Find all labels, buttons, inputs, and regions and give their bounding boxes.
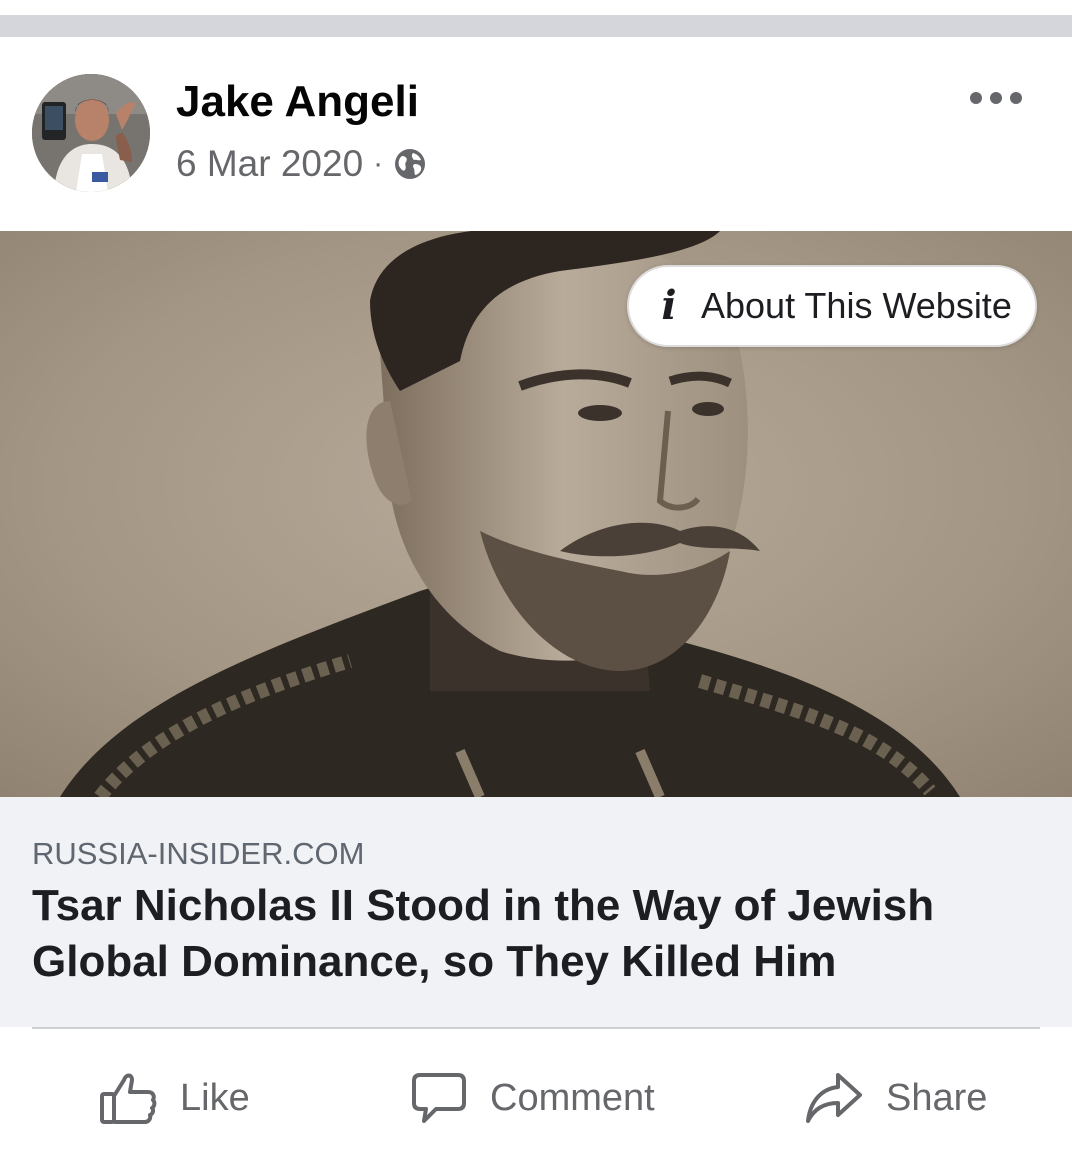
author-avatar[interactable]	[32, 74, 150, 192]
share-label: Share	[886, 1076, 988, 1119]
like-label: Like	[180, 1076, 250, 1119]
comment-button[interactable]: Comment	[410, 1064, 655, 1132]
post-meta: 6 Mar 2020 ·	[176, 140, 427, 188]
actions-divider	[32, 1027, 1040, 1029]
like-button[interactable]: Like	[98, 1064, 250, 1132]
globe-icon	[393, 147, 427, 181]
link-domain: RUSSIA-INSIDER.COM	[32, 836, 365, 871]
share-arrow-icon	[806, 1073, 862, 1123]
thumbs-up-icon	[100, 1073, 157, 1124]
link-title[interactable]: Tsar Nicholas II Stood in the Way of Jew…	[32, 878, 1032, 990]
more-options-button[interactable]	[964, 78, 1028, 118]
author-name[interactable]: Jake Angeli	[176, 74, 419, 130]
share-button[interactable]: Share	[804, 1064, 987, 1132]
info-icon: i	[661, 282, 677, 329]
about-this-website-label: About This Website	[701, 285, 1012, 326]
about-this-website-button[interactable]: i About This Website	[627, 265, 1037, 347]
facebook-post-screen: Jake Angeli 6 Mar 2020 · i About This We…	[0, 0, 1072, 1157]
comment-icon	[412, 1073, 466, 1123]
feed-separator	[0, 15, 1072, 37]
post-date[interactable]: 6 Mar 2020	[176, 143, 363, 185]
comment-label: Comment	[490, 1076, 655, 1119]
more-horizontal-icon	[970, 92, 1022, 104]
meta-separator: ·	[373, 147, 384, 180]
